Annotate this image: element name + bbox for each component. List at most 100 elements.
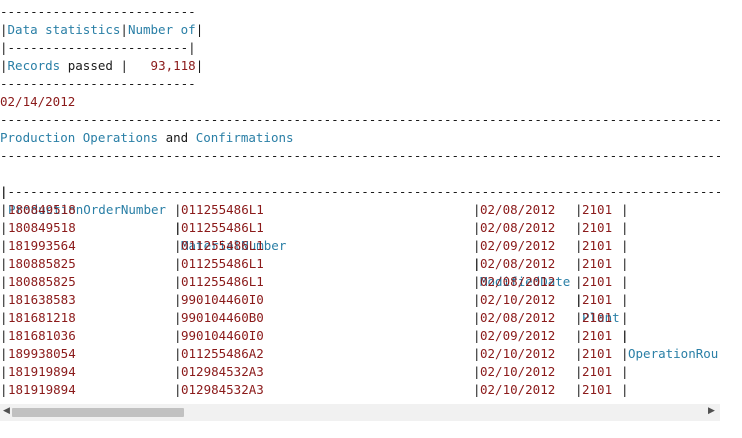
cell-production-order-number: 181919894	[8, 382, 76, 397]
cell-plant: 2101	[582, 310, 613, 325]
title-rule-top: ----------------------------------------…	[0, 112, 720, 127]
section-title: Production Operations and Confirmations	[0, 129, 294, 147]
table-row: | 180885825 | 011255486L1 | 02/08/2012 | 2101 |	[0, 273, 720, 291]
cell-modified-date: 02/08/2012	[480, 220, 556, 235]
stats-row: |Records passed | 93,118|	[0, 58, 204, 73]
table-row: | 181919894 | 012984532A3 | 02/10/2012 | 2101 |	[0, 363, 720, 381]
cell-sep: |	[621, 310, 629, 325]
cell-material-number: 012984532A3	[181, 364, 264, 379]
cell-production-order-number: 180849518	[8, 220, 76, 235]
cell-modified-date: 02/10/2012	[480, 292, 556, 307]
title-rule-bottom: ----------------------------------------…	[0, 148, 720, 163]
cell-production-order-number: 181681218	[8, 310, 76, 325]
cell-sep: |	[0, 346, 8, 361]
table-row: | 189938054 | 011255486A2 | 02/10/2012 | 2101 |	[0, 345, 720, 363]
window-gutter	[720, 0, 742, 438]
cell-production-order-number: 181993564	[8, 238, 76, 253]
cell-modified-date: 02/09/2012	[480, 238, 556, 253]
cell-material-number: 011255486L1	[181, 256, 264, 271]
cell-sep: |	[0, 310, 8, 325]
scroll-left-arrow-icon[interactable]: ◀	[3, 406, 10, 416]
scroll-right-arrow-icon[interactable]: ▶	[708, 406, 715, 416]
cell-production-order-number: 180849518	[8, 202, 76, 217]
cell-plant: 2101	[582, 346, 613, 361]
cell-material-number: 011255486L1	[181, 274, 264, 289]
table-header-rule: |---------------------------------------…	[0, 184, 720, 199]
cell-production-order-number: 180885825	[8, 256, 76, 271]
stats-rule-bottom: --------------------------	[0, 76, 196, 91]
cell-sep: |	[621, 382, 629, 397]
cell-production-order-number: 181681036	[8, 328, 76, 343]
cell-sep: |	[0, 220, 8, 235]
stats-rule-top: --------------------------	[0, 4, 196, 19]
cell-sep: |	[621, 292, 629, 307]
cell-modified-date: 02/09/2012	[480, 328, 556, 343]
table-row: | 180849518 | 011255486L1 | 02/08/2012 | 2101 |	[0, 201, 720, 219]
cell-plant: 2101	[582, 382, 613, 397]
cell-material-number: 990104460I0	[181, 292, 264, 307]
cell-sep: |	[0, 274, 8, 289]
cell-plant: 2101	[582, 220, 613, 235]
cell-material-number: 012984532A3	[181, 382, 264, 397]
table-row: | 180849518 | 011255486L1 | 02/08/2012 | 2101 |	[0, 219, 720, 237]
cell-material-number: 011255486A2	[181, 346, 264, 361]
horizontal-scrollbar[interactable]: ◀ ▶	[0, 404, 720, 421]
cell-production-order-number: 180885825	[8, 274, 76, 289]
cell-plant: 2101	[582, 328, 613, 343]
cell-modified-date: 02/08/2012	[480, 256, 556, 271]
cell-sep: |	[0, 292, 8, 307]
cell-plant: 2101	[582, 274, 613, 289]
cell-sep: |	[0, 364, 8, 379]
cell-modified-date: 02/08/2012	[480, 274, 556, 289]
cell-material-number: 011255486L1	[181, 238, 264, 253]
cell-modified-date: 02/08/2012	[480, 202, 556, 217]
cell-plant: 2101	[582, 202, 613, 217]
cell-production-order-number: 189938054	[8, 346, 76, 361]
stats-row-label-dark: passed	[60, 58, 121, 73]
cell-material-number: 990104460B0	[181, 310, 264, 325]
cell-sep: |	[621, 364, 629, 379]
stats-rule-mid: |------------------------|	[0, 40, 196, 55]
cell-sep: |	[621, 346, 629, 361]
scrollbar-thumb[interactable]	[12, 408, 184, 417]
table-row: | 180885825 | 011255486L1 | 02/08/2012 | 2101 |	[0, 255, 720, 273]
cell-sep: |	[0, 328, 8, 343]
cell-sep: |	[621, 238, 629, 253]
cell-modified-date: 02/10/2012	[480, 346, 556, 361]
stats-header: |Data statistics|Number of|	[0, 22, 204, 37]
cell-production-order-number: 181919894	[8, 364, 76, 379]
cell-plant: 2101	[582, 364, 613, 379]
cell-sep: |	[621, 274, 629, 289]
cell-plant: 2101	[582, 292, 613, 307]
cell-modified-date: 02/08/2012	[480, 310, 556, 325]
table-row: | 181681036 | 990104460I0 | 02/09/2012 | 2101 |	[0, 327, 720, 345]
cell-sep: |	[621, 202, 629, 217]
table-row: | 181681218 | 990104460B0 | 02/08/2012 | 2101 |	[0, 309, 720, 327]
report-viewport: -------------------------- |Data statist…	[0, 0, 720, 438]
cell-sep: |	[621, 328, 629, 343]
cell-material-number: 011255486L1	[181, 202, 264, 217]
title-word2: Confirmations	[195, 130, 294, 145]
table-row: | 181993564 | 011255486L1 | 02/09/2012 | 2101 |	[0, 237, 720, 255]
cell-sep: |	[0, 202, 8, 217]
cell-modified-date: 02/10/2012	[480, 364, 556, 379]
cell-plant: 2101	[582, 238, 613, 253]
cell-sep: |	[621, 256, 629, 271]
title-word1: Production Operations	[0, 130, 159, 145]
stats-header-col2: Number of	[127, 22, 196, 37]
title-and: and	[158, 130, 196, 145]
stats-header-col1: Data statistics	[7, 22, 121, 37]
cell-material-number: 990104460I0	[181, 328, 264, 343]
stats-row-label-blue: Records	[7, 58, 61, 73]
table-row: | 181638583 | 990104460I0 | 02/10/2012 | 2101 |	[0, 291, 720, 309]
stats-row-value: 93,118	[127, 58, 196, 73]
table-row: | 181919894 | 012984532A3 | 02/10/2012 | 2101 |	[0, 381, 720, 399]
cell-sep: |	[0, 238, 8, 253]
table-header: | ProductionOrderNumber | MaterialNumber…	[0, 184, 719, 361]
cell-modified-date: 02/10/2012	[480, 382, 556, 397]
cell-sep: |	[0, 256, 8, 271]
cell-plant: 2101	[582, 256, 613, 271]
cell-material-number: 011255486L1	[181, 220, 264, 235]
cell-production-order-number: 181638583	[8, 292, 76, 307]
cell-sep: |	[621, 220, 629, 235]
